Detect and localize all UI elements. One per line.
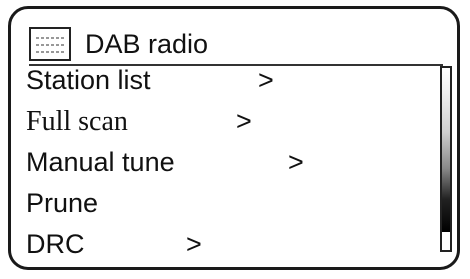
menu-item-label: Manual tune: [26, 147, 175, 177]
menu-item-label: Station list: [26, 65, 151, 95]
radio-display-icon: [29, 27, 71, 61]
menu-item-label: DRC: [26, 229, 85, 259]
scrollbar-track-end: [442, 232, 450, 250]
menu-item-label: Full scan: [26, 106, 128, 137]
page-title: DAB radio: [85, 28, 209, 59]
menu-item-full-scan[interactable]: Full scan >: [26, 101, 406, 142]
menu-item-drc[interactable]: DRC >: [26, 224, 406, 265]
menu-item-station-list[interactable]: Station list >: [26, 60, 406, 101]
chevron-right-icon: >: [186, 229, 202, 259]
chevron-right-icon: >: [236, 106, 252, 136]
title-bar: DAB radio: [29, 23, 208, 65]
chevron-right-icon: >: [258, 65, 274, 95]
menu-item-manual-tune[interactable]: Manual tune >: [26, 142, 406, 183]
menu-item-label: Prune: [26, 188, 99, 218]
menu-item-prune[interactable]: Prune: [26, 183, 406, 224]
chevron-right-icon: >: [288, 147, 304, 177]
menu-list: Station list > Full scan > Manual tune >…: [26, 60, 406, 265]
scrollbar[interactable]: [440, 66, 452, 252]
